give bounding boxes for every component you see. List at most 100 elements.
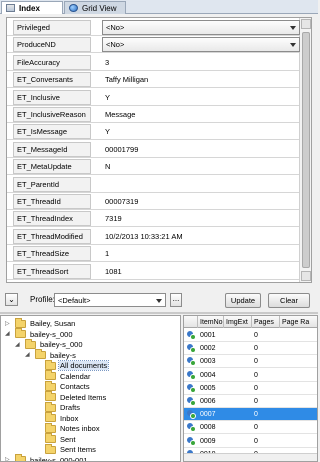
tab-index[interactable]: Index: [1, 1, 63, 14]
tree-node[interactable]: Inbox: [35, 412, 79, 424]
table-cell-item: 0009: [200, 437, 216, 445]
grid-column-header[interactable]: Pages: [252, 316, 280, 328]
tree-node-label: bailey-s: [50, 350, 76, 360]
grid-column-header[interactable]: [184, 316, 198, 328]
table-row[interactable]: 0003 0: [184, 355, 317, 369]
table-row[interactable]: 0008 0: [184, 421, 317, 435]
expand-toggle-icon[interactable]: ◢: [15, 341, 23, 349]
property-row: ProduceND <No>: [7, 36, 300, 54]
contact-item-icon: [186, 436, 196, 446]
table-cell-item: 0001: [200, 332, 216, 339]
tree-node-label: bailey-s_000: [30, 329, 73, 339]
tab-grid-view[interactable]: Grid View: [64, 1, 126, 14]
property-value[interactable]: 00001799: [103, 142, 138, 157]
tree-node[interactable]: ▷ bailey-s_000-001: [5, 454, 89, 462]
property-value[interactable]: Taffy Milligan: [103, 72, 148, 87]
table-row[interactable]: 0009 0: [184, 435, 317, 448]
profile-label: Profile:: [30, 295, 55, 304]
grid-horizontal-scrollbar[interactable]: [184, 453, 317, 461]
clear-button[interactable]: Clear: [268, 293, 310, 308]
property-value[interactable]: 1: [103, 246, 109, 261]
scroll-up-button[interactable]: [301, 19, 311, 29]
grid-column-header[interactable]: Page Ra: [280, 316, 317, 328]
folder-icon: [15, 317, 26, 328]
tree-node-label: Contacts: [60, 382, 90, 391]
table-row[interactable]: 0004 0: [184, 369, 317, 382]
property-row: ET_ParentId: [7, 176, 299, 193]
table-cell-imgext: [224, 395, 252, 408]
table-cell-item: 0008: [200, 424, 216, 432]
tree-node-label: Deleted Items: [60, 392, 107, 402]
table-cell-pages: 0: [254, 384, 258, 392]
table-cell-imgext: [224, 369, 252, 382]
property-value[interactable]: 10/2/2013 10:33:21 AM: [103, 229, 183, 244]
tree-node-label: bailey-s_000: [40, 340, 83, 349]
property-row: ET_ThreadIndex 7319: [7, 210, 299, 228]
property-name: Privileged: [13, 20, 91, 35]
folder-icon: [45, 433, 56, 443]
property-value[interactable]: [103, 177, 105, 192]
contact-item-icon: [186, 383, 196, 393]
properties-panel: Privileged <No> ProduceND <No> FileAccuracy 3…: [6, 17, 312, 283]
property-value-select[interactable]: <No>: [102, 37, 300, 53]
expand-toggle-icon[interactable]: ◢: [25, 351, 33, 359]
property-row: ET_ThreadSize 1: [7, 245, 299, 263]
property-value[interactable]: 1081: [103, 264, 122, 279]
table-row[interactable]: 0006 0: [184, 395, 317, 408]
grid-column-header[interactable]: ItemNo: [198, 316, 224, 328]
table-row[interactable]: 0002 0: [184, 342, 317, 356]
property-select-value: <No>: [106, 23, 125, 32]
pane-splitter[interactable]: [0, 312, 318, 314]
property-value[interactable]: N: [103, 159, 110, 174]
property-row: ET_ThreadId 00007319: [7, 193, 299, 210]
property-name: ET_ParentId: [13, 176, 91, 192]
expand-toggle-button[interactable]: ⌄: [5, 293, 18, 306]
table-row[interactable]: 0007 0: [184, 408, 317, 422]
chevron-down-icon: [290, 26, 296, 30]
tree-node[interactable]: Contacts: [35, 380, 91, 392]
scroll-thumb[interactable]: [302, 32, 310, 268]
folder-icon: [45, 412, 56, 422]
property-row: ET_IsMessage Y: [7, 123, 299, 141]
table-row[interactable]: 0005 0: [184, 382, 317, 395]
property-value[interactable]: Y: [103, 90, 110, 105]
table-row[interactable]: 0001 0: [184, 329, 317, 342]
tree-node[interactable]: Drafts: [35, 401, 81, 413]
property-name: ET_ThreadModified: [13, 228, 91, 244]
property-value[interactable]: Message: [103, 107, 135, 122]
property-value[interactable]: Y: [103, 124, 110, 139]
tree-node[interactable]: Sent: [35, 433, 76, 445]
expand-toggle-icon[interactable]: ▷: [5, 456, 13, 461]
property-name: ET_IsMessage: [13, 124, 91, 140]
properties-scrollbar[interactable]: [299, 18, 311, 282]
update-button[interactable]: Update: [225, 293, 261, 308]
property-value[interactable]: 7319: [103, 211, 122, 226]
table-cell-imgext: [224, 329, 252, 342]
table-cell-pages: 0: [254, 437, 258, 445]
property-name: ProduceND: [13, 37, 91, 53]
tree-node[interactable]: ◢ bailey-s_000: [5, 328, 74, 340]
table-cell-imgext: [224, 342, 252, 355]
expand-toggle-icon[interactable]: ◢: [5, 330, 13, 338]
contact-item-icon: [186, 344, 196, 354]
grid-column-header[interactable]: ImgExt: [224, 316, 252, 328]
profile-select[interactable]: <Default>: [54, 293, 166, 307]
property-name: ET_ThreadSort: [13, 263, 91, 279]
table-cell-pages: 0: [254, 398, 258, 405]
property-value[interactable]: 00007319: [103, 194, 138, 209]
profile-bar: ⌄ Profile: <Default> ... Update Clear: [0, 290, 318, 310]
expand-toggle-icon[interactable]: ▷: [5, 320, 13, 328]
folder-icon: [25, 338, 36, 349]
table-cell-imgext: [224, 355, 252, 368]
tree-node[interactable]: Sent Items: [35, 443, 97, 455]
table-cell-imgext: [224, 408, 252, 421]
profile-browse-button[interactable]: ...: [170, 293, 182, 307]
tree-node[interactable]: Calendar: [35, 370, 91, 382]
scroll-down-button[interactable]: [301, 271, 311, 281]
tree-node[interactable]: ◢ bailey-s_000: [15, 338, 84, 350]
property-value[interactable]: 3: [103, 55, 109, 70]
tree-node-label: bailey-s_000-001: [30, 455, 88, 462]
property-value-select[interactable]: <No>: [102, 20, 300, 35]
